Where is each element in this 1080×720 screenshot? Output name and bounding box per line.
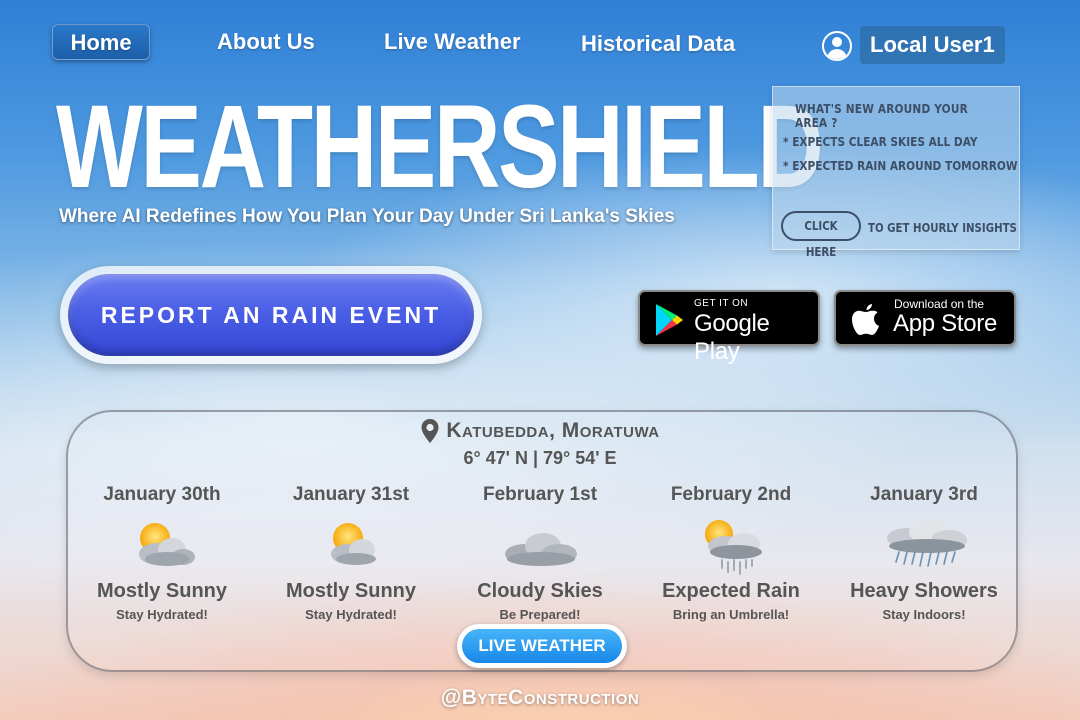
nav-about-us[interactable]: About Us <box>217 24 315 60</box>
footer-credit: @ByteConstruction <box>440 686 640 709</box>
forecast-condition: Mostly Sunny <box>285 580 416 602</box>
google-play-icon <box>656 304 683 336</box>
google-play-badge[interactable]: GET IT ON Google Play <box>638 290 820 365</box>
app-store-big-text: App Store <box>893 310 998 337</box>
live-weather-button[interactable]: LIVE WEATHER <box>457 624 627 668</box>
news-item: * EXPECTS CLEAR SKIES ALL DAY <box>783 135 978 149</box>
forecast-day: February 1st Cloudy Skies Be Prepared! <box>445 482 635 622</box>
nav-historical-data[interactable]: Historical Data <box>581 26 735 62</box>
partly-sunny-icon <box>117 514 207 576</box>
news-panel: WHAT'S NEW AROUND YOUR AREA ? * EXPECTS … <box>772 86 1020 259</box>
forecast-date: January 3rd <box>870 484 978 505</box>
forecast-tip: Stay Hydrated! <box>116 607 208 622</box>
forecast-day: January 30th Mostly Sunny Stay Hydrated! <box>67 482 257 622</box>
forecast-date: February 1st <box>482 484 598 505</box>
forecast-day: January 3rd Heavy Showers Stay Indoors! <box>829 482 1019 622</box>
location-coords: 6° 47' N | 79° 54' E <box>463 448 617 468</box>
report-button-frame: REPORT AN RAIN EVENT <box>60 266 482 364</box>
forecast-day: January 31st Mostly Sunny Stay Hydrated! <box>256 482 446 622</box>
brand-title: WEATHERSHIELD <box>56 81 824 213</box>
forecast-date: January 30th <box>103 484 221 505</box>
forecast-tip: Bring an Umbrella! <box>672 607 790 622</box>
forecast-condition: Mostly Sunny <box>96 580 227 602</box>
google-play-big-text: Google Play <box>694 310 770 365</box>
nav-home[interactable]: Home <box>52 24 150 60</box>
report-rain-event-button[interactable]: REPORT AN RAIN EVENT <box>68 274 474 356</box>
forecast-date: January 31st <box>292 484 410 505</box>
news-title: WHAT'S NEW AROUND YOUR AREA ? <box>795 102 968 130</box>
google-play-small-text: GET IT ON <box>694 298 749 309</box>
forecast-day: February 2nd Expected Rain Bring an Umbr… <box>636 482 826 622</box>
app-store-small-text: Download on the <box>894 297 985 311</box>
click-here-label: CLICK HERE <box>804 219 838 259</box>
partly-sunny-icon <box>306 514 396 576</box>
click-here-button[interactable]: CLICK HERE <box>781 211 861 259</box>
sun-rain-icon <box>686 514 776 576</box>
heavy-rain-icon <box>879 514 969 576</box>
location-pin-icon <box>421 419 439 443</box>
nav-live-weather[interactable]: Live Weather <box>384 24 521 60</box>
cloud-icon <box>495 514 585 576</box>
forecast-condition: Cloudy Skies <box>477 580 603 602</box>
forecast-condition: Expected Rain <box>662 580 800 602</box>
location-name: Katubedda, Moratuwa <box>446 419 660 442</box>
forecast-tip: Stay Indoors! <box>882 607 966 622</box>
forecast-condition: Heavy Showers <box>850 580 998 602</box>
hourly-insights-note: TO GET HOURLY INSIGHTS <box>868 221 1017 235</box>
apple-icon <box>852 304 879 335</box>
forecast-tip: Be Prepared! <box>499 607 581 622</box>
user-name-button[interactable]: Local User1 <box>860 26 1005 64</box>
news-item: * EXPECTED RAIN AROUND TOMORROW <box>783 159 1018 173</box>
location-row: Katubedda, Moratuwa <box>0 418 1080 449</box>
forecast-tip: Stay Hydrated! <box>305 607 397 622</box>
forecast-date: February 2nd <box>670 484 792 505</box>
user-icon[interactable] <box>822 31 852 61</box>
live-weather-button-label: LIVE WEATHER <box>462 629 622 663</box>
tagline: Where AI Redefines How You Plan Your Day… <box>59 206 675 227</box>
top-nav: Home About Us Live Weather Historical Da… <box>0 24 1080 64</box>
app-store-badge[interactable]: Download on the App Store <box>834 290 1016 346</box>
